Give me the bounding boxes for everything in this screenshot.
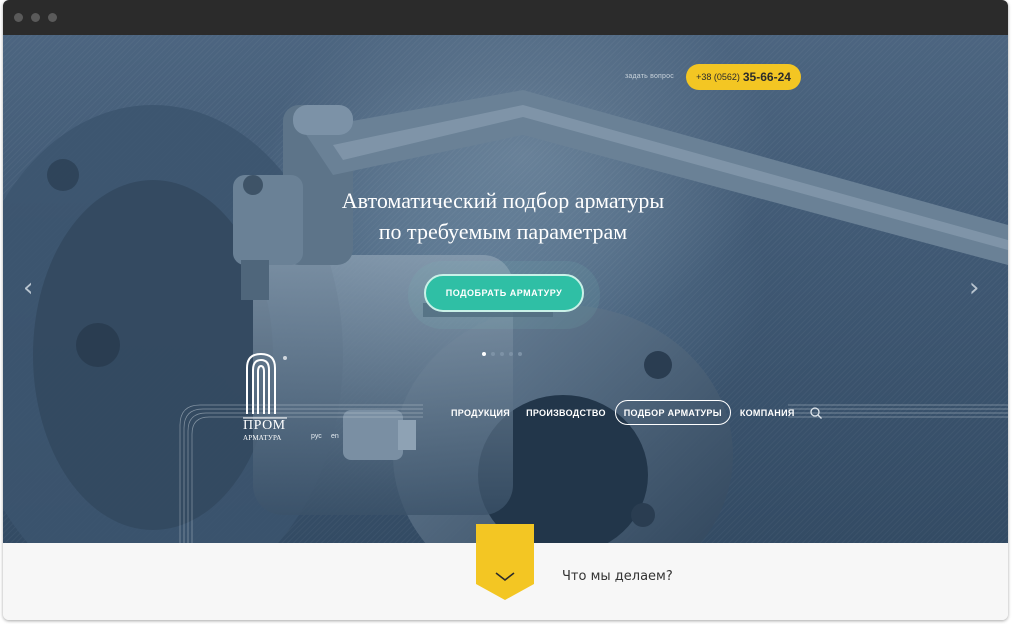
phone-button[interactable]: +38 (0562) 35-66-24 [686, 64, 801, 90]
slider-dot[interactable] [491, 352, 495, 356]
window-titlebar [3, 0, 1008, 35]
nav-item-production[interactable]: ПРОИЗВОДСТВО [518, 400, 614, 425]
slider-dot[interactable] [482, 352, 486, 356]
hero-slider: задать вопрос +38 (0562) 35-66-24 Автома… [3, 35, 1008, 543]
section-title: Что мы делаем? [562, 569, 673, 584]
logo-text-prom: ПРОМ [243, 418, 286, 433]
nav-item-company[interactable]: КОМПАНИЯ [732, 400, 803, 425]
scroll-down-tab[interactable] [476, 524, 534, 600]
slider-dots [482, 352, 522, 356]
nav-item-valve-selection[interactable]: ПОДБОР АРМАТУРЫ [614, 400, 731, 425]
logo-text-armatura: АРМАТУРА [243, 434, 282, 442]
slider-dot[interactable] [509, 352, 513, 356]
window-maximize-dot[interactable] [48, 13, 57, 22]
hero-headline: Автоматический подбор арматуры по требуе… [253, 185, 753, 247]
chevron-right-icon[interactable]: › [969, 275, 979, 301]
window-minimize-dot[interactable] [31, 13, 40, 22]
slider-dot[interactable] [500, 352, 504, 356]
lang-en-link[interactable]: en [331, 433, 339, 440]
lang-ru-link[interactable]: рус [311, 433, 322, 440]
phone-number: 35-66-24 [742, 70, 791, 84]
chevron-left-icon[interactable]: ‹ [23, 275, 33, 301]
search-icon[interactable] [809, 406, 823, 420]
browser-window: задать вопрос +38 (0562) 35-66-24 Автома… [3, 0, 1008, 620]
phone-prefix: +38 (0562) [696, 72, 740, 82]
hero-headline-line2: по требуемым параметрам [378, 219, 628, 244]
hero-headline-line1: Автоматический подбор арматуры [341, 188, 665, 213]
main-nav: ПРОДУКЦИЯ ПРОИЗВОДСТВО ПОДБОР АРМАТУРЫ К… [443, 400, 823, 425]
ask-question-link[interactable]: задать вопрос [625, 73, 674, 80]
window-close-dot[interactable] [14, 13, 23, 22]
select-valve-button[interactable]: ПОДОБРАТЬ АРМАТУРУ [424, 274, 584, 312]
slider-dot[interactable] [518, 352, 522, 356]
nav-item-products[interactable]: ПРОДУКЦИЯ [443, 400, 518, 425]
